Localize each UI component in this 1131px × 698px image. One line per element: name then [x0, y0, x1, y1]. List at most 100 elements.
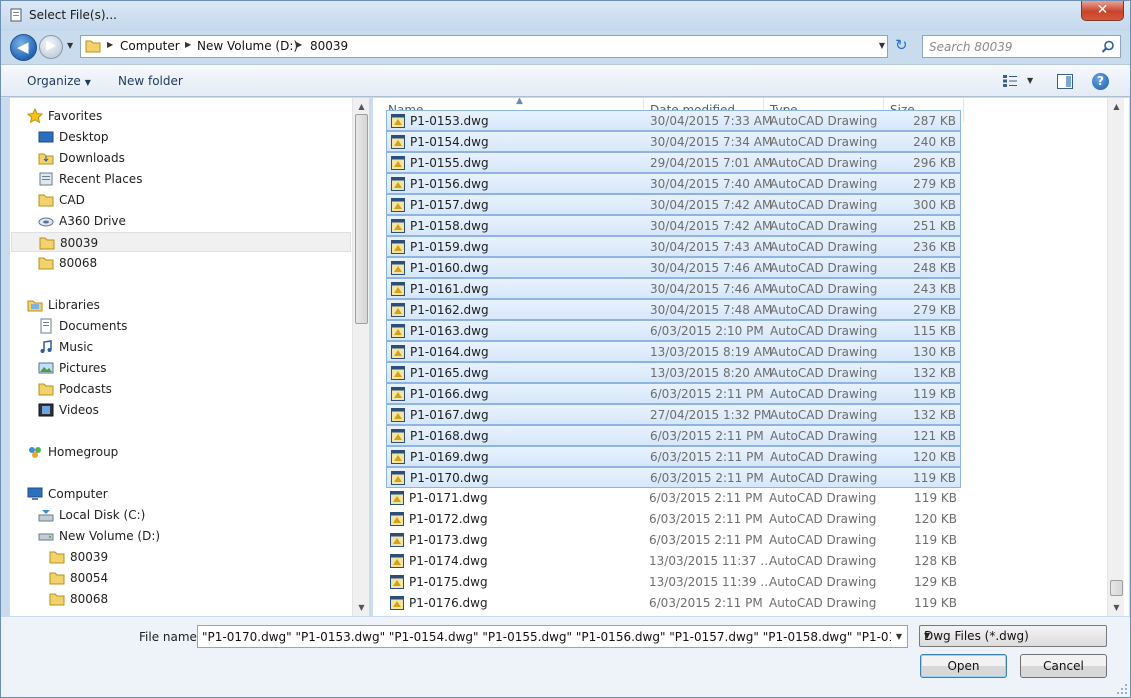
file-size: 121 KB: [913, 429, 956, 443]
file-size: 130 KB: [913, 345, 956, 359]
table-row[interactable]: P1-0163.dwg 6/03/2015 2:10 PM AutoCAD Draw…: [386, 320, 961, 341]
table-row[interactable]: P1-0168.dwg 6/03/2015 2:11 PM AutoCAD Draw…: [386, 425, 961, 446]
nav-item-80068[interactable]: 80068: [38, 253, 238, 273]
file-type: AutoCAD Drawing: [769, 533, 877, 547]
close-button[interactable]: ✕: [1081, 1, 1124, 21]
file-list-scrollbar[interactable]: ▲ ▼: [1107, 98, 1124, 616]
file-size: 296 KB: [913, 156, 956, 170]
resize-grip-icon[interactable]: [1116, 683, 1128, 695]
nav-item-80039[interactable]: 80039: [11, 232, 351, 252]
scroll-down-icon[interactable]: ▼: [1108, 599, 1125, 616]
scroll-up-icon[interactable]: ▲: [1108, 98, 1125, 115]
organize-button[interactable]: Organize ▼: [27, 74, 91, 88]
preview-pane-icon[interactable]: [1057, 74, 1073, 89]
refresh-button[interactable]: ↻: [891, 35, 915, 58]
file-date: 30/04/2015 7:46 AM: [650, 261, 773, 275]
table-row[interactable]: P1-0167.dwg 27/04/2015 1:32 PM AutoCAD Dra…: [386, 404, 961, 425]
table-row[interactable]: P1-0159.dwg 30/04/2015 7:43 AM AutoCAD Dra…: [386, 236, 961, 257]
breadcrumb-arrow-icon[interactable]: ▶: [296, 40, 302, 49]
filetype-select[interactable]: Dwg Files (*.dwg) ▼: [919, 625, 1107, 647]
back-button[interactable]: ◀: [10, 34, 37, 61]
breadcrumb-arrow-icon[interactable]: ▶: [185, 40, 191, 49]
filename-dropdown-icon[interactable]: ▼: [891, 626, 907, 647]
nav-item-documents[interactable]: Documents: [38, 316, 238, 336]
nav-item-80054[interactable]: 80054: [49, 568, 249, 588]
table-row[interactable]: P1-0164.dwg 13/03/2015 8:19 AM AutoCAD Dra…: [386, 341, 961, 362]
table-row[interactable]: P1-0169.dwg 6/03/2015 2:11 PM AutoCAD Draw…: [386, 446, 961, 467]
table-row[interactable]: P1-0171.dwg 6/03/2015 2:11 PM AutoCAD Draw…: [386, 488, 961, 509]
table-row[interactable]: P1-0160.dwg 30/04/2015 7:46 AM AutoCAD Dra…: [386, 257, 961, 278]
file-name: P1-0170.dwg: [410, 471, 489, 485]
recent-pages-dropdown[interactable]: ▼: [67, 41, 77, 51]
nav-homegroup[interactable]: Homegroup: [27, 442, 227, 462]
cloud-drive-icon: [38, 217, 54, 227]
nav-item-recent-places[interactable]: Recent Places: [38, 169, 238, 189]
table-row[interactable]: P1-0153.dwg 30/04/2015 7:33 AM AutoCAD Dra…: [386, 110, 961, 131]
address-dropdown-icon[interactable]: ▼: [879, 41, 885, 50]
nav-libraries[interactable]: Libraries: [27, 295, 227, 315]
table-row[interactable]: P1-0174.dwg 13/03/2015 11:37 ... AutoCAD D…: [386, 551, 961, 572]
table-row[interactable]: P1-0161.dwg 30/04/2015 7:46 AM AutoCAD Dra…: [386, 278, 961, 299]
nav-item-videos[interactable]: Videos: [38, 400, 238, 420]
table-row[interactable]: P1-0166.dwg 6/03/2015 2:11 PM AutoCAD Draw…: [386, 383, 961, 404]
filename-input[interactable]: "P1-0170.dwg" "P1-0153.dwg" "P1-0154.dwg…: [197, 625, 908, 648]
table-row[interactable]: P1-0158.dwg 30/04/2015 7:42 AM AutoCAD Dra…: [386, 215, 961, 236]
forward-button[interactable]: ▶: [39, 35, 63, 59]
file-list-scroll-thumb[interactable]: [1110, 580, 1123, 596]
nav-item-cad[interactable]: CAD: [38, 190, 238, 210]
search-input[interactable]: Search 80039: [922, 35, 1121, 58]
nav-item-80068-sub[interactable]: 80068: [49, 589, 249, 609]
file-size: 248 KB: [913, 261, 956, 275]
nav-scroll-thumb[interactable]: [355, 114, 368, 324]
nav-item-pictures[interactable]: Pictures: [38, 358, 238, 378]
folder-icon: [49, 593, 65, 606]
nav-item-new-volume[interactable]: New Volume (D:): [38, 526, 238, 546]
table-row[interactable]: P1-0165.dwg 13/03/2015 8:20 AM AutoCAD Dra…: [386, 362, 961, 383]
search-icon[interactable]: [1101, 40, 1115, 54]
title-bar[interactable]: Select File(s)... ✕: [1, 1, 1130, 31]
nav-item-podcasts[interactable]: Podcasts: [38, 379, 238, 399]
cancel-button[interactable]: Cancel: [1020, 654, 1107, 678]
view-dropdown-icon[interactable]: ▼: [1027, 76, 1033, 85]
nav-item-local-disk[interactable]: Local Disk (C:): [38, 505, 238, 525]
nav-computer[interactable]: Computer: [27, 484, 227, 504]
breadcrumb-arrow-icon[interactable]: ▶: [107, 40, 113, 49]
file-dialog-window: Select File(s)... ✕ ◀ ▶ ▼ ▶ Computer ▶ N…: [0, 0, 1131, 698]
table-row[interactable]: P1-0176.dwg 6/03/2015 2:11 PM AutoCAD Draw…: [386, 593, 961, 614]
nav-item-80039-sub[interactable]: 80039: [49, 547, 249, 567]
table-row[interactable]: P1-0170.dwg 6/03/2015 2:11 PM AutoCAD Draw…: [386, 467, 961, 488]
breadcrumb-computer[interactable]: Computer: [120, 39, 180, 53]
nav-item-music[interactable]: Music: [38, 337, 238, 357]
file-size: 119 KB: [914, 596, 957, 610]
nav-item-desktop[interactable]: Desktop: [38, 127, 238, 147]
file-type: AutoCAD Drawing: [769, 575, 877, 589]
table-row[interactable]: P1-0154.dwg 30/04/2015 7:34 AM AutoCAD Dra…: [386, 131, 961, 152]
breadcrumb-folder[interactable]: 80039: [310, 39, 348, 53]
table-row[interactable]: P1-0157.dwg 30/04/2015 7:42 AM AutoCAD Dra…: [386, 194, 961, 215]
table-row[interactable]: P1-0172.dwg 6/03/2015 2:11 PM AutoCAD Draw…: [386, 509, 961, 530]
nav-item-downloads[interactable]: Downloads: [38, 148, 238, 168]
scroll-down-icon[interactable]: ▼: [353, 599, 369, 616]
nav-scrollbar[interactable]: ▲ ▼: [352, 98, 369, 616]
open-button[interactable]: Open: [920, 654, 1007, 678]
file-type: AutoCAD Drawing: [770, 324, 878, 338]
scroll-up-icon[interactable]: ▲: [353, 98, 369, 115]
breadcrumb-volume[interactable]: New Volume (D:): [197, 39, 298, 53]
nav-item-label: Documents: [59, 319, 128, 333]
window-title: Select File(s)...: [29, 8, 117, 22]
file-name: P1-0154.dwg: [410, 135, 489, 149]
new-folder-button[interactable]: New folder: [118, 74, 183, 88]
table-row[interactable]: P1-0173.dwg 6/03/2015 2:11 PM AutoCAD Draw…: [386, 530, 961, 551]
table-row[interactable]: P1-0175.dwg 13/03/2015 11:39 ... AutoCAD D…: [386, 572, 961, 593]
view-options-icon[interactable]: [1002, 74, 1018, 88]
file-rows: P1-0153.dwg 30/04/2015 7:33 AM AutoCAD Dra…: [386, 98, 962, 616]
file-name: P1-0163.dwg: [410, 324, 489, 338]
file-date: 30/04/2015 7:34 AM: [650, 135, 773, 149]
nav-favorites[interactable]: Favorites: [27, 106, 227, 126]
table-row[interactable]: P1-0162.dwg 30/04/2015 7:48 AM AutoCAD Dra…: [386, 299, 961, 320]
table-row[interactable]: P1-0156.dwg 30/04/2015 7:40 AM AutoCAD Dra…: [386, 173, 961, 194]
table-row[interactable]: P1-0155.dwg 29/04/2015 7:01 AM AutoCAD Dra…: [386, 152, 961, 173]
help-icon[interactable]: ?: [1092, 73, 1109, 90]
nav-item-a360-drive[interactable]: A360 Drive: [38, 211, 238, 231]
address-bar[interactable]: ▶ Computer ▶ New Volume (D:) ▶ 80039 ▼: [80, 35, 888, 58]
